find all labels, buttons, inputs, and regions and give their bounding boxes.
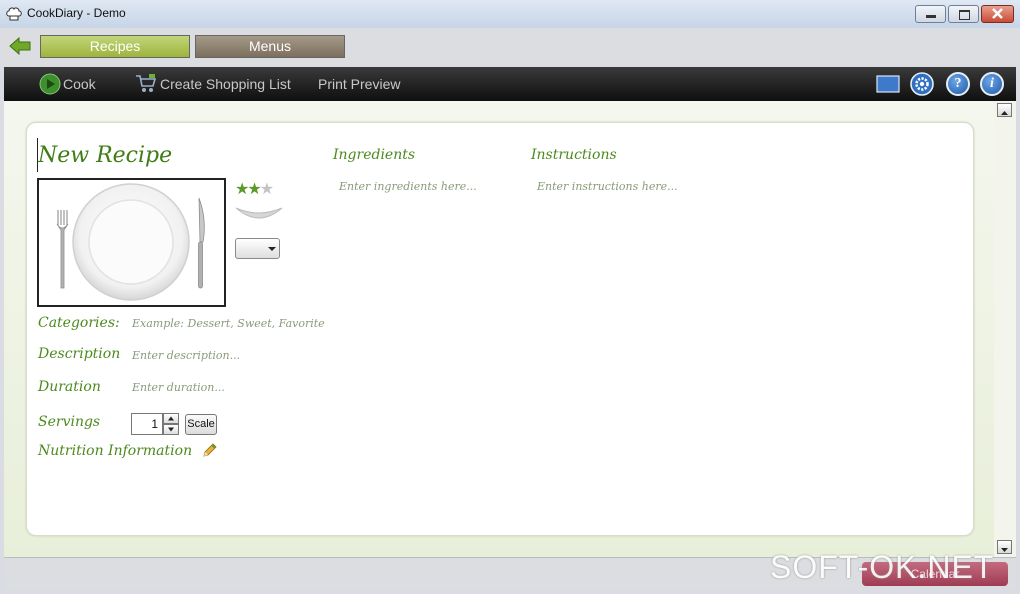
create-shopping-list-label: Create Shopping List	[160, 76, 291, 92]
star-icon[interactable]: ★	[260, 179, 274, 198]
watermark: SOFT-OK.NET	[770, 549, 995, 585]
tab-recipes[interactable]: Recipes	[40, 35, 190, 58]
maximize-icon	[959, 10, 970, 20]
ingredients-input[interactable]: Enter ingredients here...	[339, 180, 477, 193]
servings-label: Servings	[38, 414, 101, 430]
ingredients-label: Ingredients	[333, 147, 416, 163]
description-label: Description	[38, 346, 121, 362]
chevron-down-icon	[268, 247, 276, 251]
fork-icon	[56, 210, 69, 289]
recipe-title-field[interactable]: New Recipe	[38, 143, 172, 168]
scale-button[interactable]: Scale	[185, 414, 217, 435]
close-icon	[992, 8, 1003, 19]
description-input[interactable]: Enter description...	[132, 349, 240, 362]
star-icon[interactable]: ★	[235, 179, 249, 198]
servings-increment-button[interactable]	[163, 413, 179, 424]
tab-menus[interactable]: Menus	[195, 35, 345, 58]
toolbar: Cook Create Shopping List Print Preview …	[4, 67, 1016, 101]
chef-hat-icon	[6, 7, 22, 21]
cook-label: Cook	[63, 76, 96, 92]
navigation-bar: Recipes Menus	[0, 28, 1020, 66]
arrow-up-icon	[168, 416, 174, 421]
print-preview-label: Print Preview	[318, 76, 401, 92]
star-icon[interactable]: ★	[247, 179, 261, 198]
nutrition-information-label: Nutrition Information	[38, 443, 193, 459]
arrow-up-icon	[1001, 111, 1008, 115]
info-icon[interactable]: i	[980, 72, 1004, 96]
minimize-button[interactable]	[915, 5, 946, 23]
arrow-down-icon	[168, 427, 174, 432]
duration-input[interactable]: Enter duration...	[132, 381, 225, 394]
difficulty-indicator-icon[interactable]	[234, 204, 284, 226]
category-dropdown[interactable]	[235, 238, 280, 259]
create-shopping-list-button[interactable]: Create Shopping List	[135, 67, 295, 101]
instructions-label: Instructions	[531, 147, 617, 163]
help-icon[interactable]: ?	[946, 72, 970, 96]
play-icon	[39, 73, 61, 95]
rating-stars[interactable]: ★★★	[235, 179, 274, 198]
duration-label: Duration	[38, 379, 101, 395]
pencil-icon[interactable]	[201, 443, 217, 459]
title-bar: CookDiary - Demo	[0, 0, 1020, 29]
close-button[interactable]	[981, 5, 1014, 23]
recipe-photo[interactable]	[37, 178, 226, 307]
window-title: CookDiary - Demo	[27, 6, 126, 20]
vertical-scrollbar[interactable]	[994, 101, 1016, 557]
settings-button[interactable]	[910, 72, 934, 96]
plate-icon	[56, 183, 205, 301]
gear-icon	[910, 72, 934, 96]
print-preview-button[interactable]: Print Preview	[318, 67, 408, 101]
servings-input[interactable]: 1	[131, 413, 163, 435]
categories-label: Categories:	[38, 315, 120, 331]
window-mode-button[interactable]	[876, 75, 900, 93]
instructions-input[interactable]: Enter instructions here...	[537, 180, 678, 193]
categories-input[interactable]: Example: Dessert, Sweet, Favorite	[132, 317, 325, 330]
cook-button[interactable]: Cook	[38, 67, 108, 101]
window-icon	[876, 75, 900, 93]
back-arrow-icon[interactable]	[9, 37, 31, 55]
knife-icon	[198, 197, 205, 289]
minimize-icon	[926, 15, 936, 18]
arrow-down-icon	[1001, 548, 1008, 552]
scroll-down-button[interactable]	[997, 540, 1012, 554]
cart-icon	[136, 74, 157, 92]
servings-decrement-button[interactable]	[163, 424, 179, 435]
scroll-up-button[interactable]	[997, 103, 1012, 117]
maximize-button[interactable]	[948, 5, 979, 23]
